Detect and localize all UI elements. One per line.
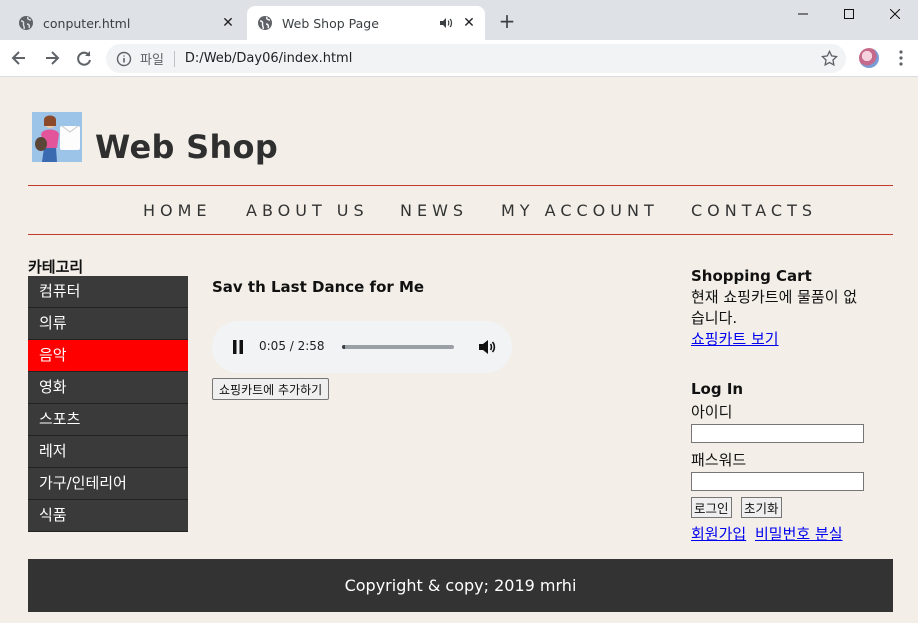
- cart-heading: Shopping Cart: [691, 267, 812, 285]
- address-url[interactable]: D:/Web/Day06/index.html: [185, 51, 352, 66]
- tab-title: Web Shop Page: [282, 15, 379, 31]
- signup-link[interactable]: 회원가입: [691, 525, 746, 543]
- category-heading: 카테고리: [28, 258, 84, 276]
- shopping-cart-panel: Shopping Cart 현재 쇼핑카트에 물품이 없습니다. 쇼핑카트 보기: [691, 266, 871, 350]
- tab-close-icon[interactable]: ✕: [218, 15, 238, 31]
- new-tab-icon[interactable]: +: [497, 11, 517, 32]
- category-item-leisure[interactable]: 레저: [28, 436, 188, 468]
- category-item-clothing[interactable]: 의류: [28, 308, 188, 340]
- category-item-food[interactable]: 식품: [28, 500, 188, 532]
- audio-playing-icon[interactable]: [439, 16, 453, 30]
- address-bar[interactable]: 파일 D:/Web/Day06/index.html: [106, 44, 846, 73]
- id-label: 아이디: [691, 403, 733, 421]
- category-list: 컴퓨터 의류 음악 영화 스포츠 레저 가구/인테리어 식품: [28, 276, 188, 532]
- password-label: 패스워드: [691, 451, 747, 469]
- nav-divider-bottom: [28, 234, 893, 235]
- nav-about-us[interactable]: ABOUT US: [246, 201, 369, 220]
- category-item-computer[interactable]: 컴퓨터: [28, 276, 188, 308]
- tab-computer[interactable]: conputer.html ✕: [8, 6, 244, 40]
- category-item-furniture[interactable]: 가구/인테리어: [28, 468, 188, 500]
- audio-player: 0:05 / 2:58: [212, 321, 512, 373]
- shopper-logo-image: [32, 112, 82, 162]
- window-close-icon[interactable]: [872, 0, 918, 28]
- browser-toolbar: 파일 D:/Web/Day06/index.html: [0, 40, 918, 77]
- password-input[interactable]: [691, 472, 864, 491]
- volume-icon[interactable]: [477, 337, 497, 357]
- site-title: Web Shop: [95, 128, 279, 166]
- footer: Copyright & copy; 2019 mrhi: [28, 559, 893, 612]
- forward-arrow-icon[interactable]: [42, 48, 62, 68]
- song-title: Sav th Last Dance for Me: [212, 278, 425, 296]
- bookmark-star-icon[interactable]: [821, 50, 838, 67]
- browser-tab-strip: conputer.html ✕ Web Shop Page ✕ +: [0, 0, 918, 40]
- globe-icon: [19, 16, 33, 30]
- view-cart-link[interactable]: 쇼핑카트 보기: [691, 330, 779, 348]
- audio-time: 0:05 / 2:58: [259, 339, 325, 353]
- category-item-music[interactable]: 음악: [28, 340, 188, 372]
- audio-progress-bar[interactable]: [342, 345, 454, 349]
- cart-empty-text: 현재 쇼핑카트에 물품이 없습니다.: [691, 288, 858, 327]
- profile-avatar[interactable]: [859, 48, 879, 68]
- add-to-cart-button[interactable]: 쇼핑카트에 추가하기: [212, 378, 330, 400]
- audio-progress-fill: [342, 345, 346, 349]
- minimize-icon[interactable]: [780, 0, 826, 28]
- maximize-icon[interactable]: [826, 0, 872, 28]
- nav-contacts[interactable]: CONTACTS: [691, 201, 817, 220]
- address-divider: [173, 50, 175, 67]
- account-links: 회원가입 비밀번호 분실: [691, 523, 847, 544]
- nav-news[interactable]: NEWS: [400, 201, 468, 220]
- category-item-sports[interactable]: 스포츠: [28, 404, 188, 436]
- reload-icon[interactable]: [74, 48, 94, 68]
- info-icon[interactable]: [116, 51, 132, 67]
- tab-title: conputer.html: [43, 15, 131, 31]
- nav-home[interactable]: HOME: [143, 201, 212, 220]
- category-item-movie[interactable]: 영화: [28, 372, 188, 404]
- back-arrow-icon[interactable]: [9, 48, 29, 68]
- login-heading: Log In: [691, 380, 744, 398]
- pause-icon[interactable]: [232, 340, 244, 354]
- nav-divider-top: [28, 185, 893, 186]
- id-input[interactable]: [691, 424, 864, 443]
- forgot-password-link[interactable]: 비밀번호 분실: [755, 525, 843, 543]
- globe-icon: [258, 16, 272, 30]
- menu-kebab-icon[interactable]: [893, 49, 909, 67]
- footer-copyright: Copyright & copy; 2019 mrhi: [344, 576, 577, 595]
- nav-my-account[interactable]: MY ACCOUNT: [501, 201, 659, 220]
- tab-close-icon[interactable]: ✕: [459, 15, 479, 31]
- reset-button[interactable]: 초기화: [741, 497, 782, 518]
- tab-web-shop[interactable]: Web Shop Page ✕: [247, 6, 485, 40]
- address-scheme-label: 파일: [140, 53, 164, 68]
- login-button[interactable]: 로그인: [691, 497, 732, 518]
